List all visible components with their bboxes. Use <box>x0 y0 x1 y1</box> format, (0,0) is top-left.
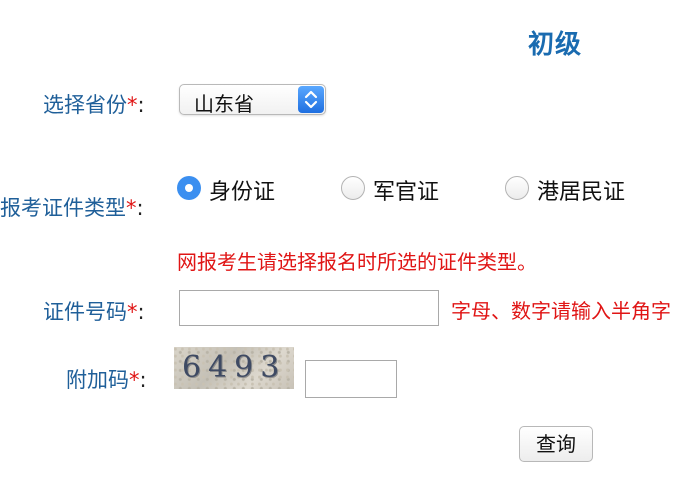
id-number-label: 证件号码 <box>43 300 127 324</box>
required-mark: * <box>126 196 137 220</box>
captcha-image[interactable]: 6493 <box>174 347 294 389</box>
captcha-image-text: 6493 <box>182 350 287 385</box>
up-down-chevron-icon[interactable] <box>298 86 324 113</box>
radio-hk-resident-card[interactable] <box>505 176 529 200</box>
radio-label-id-card[interactable]: 身份证 <box>209 174 275 206</box>
id-number-input[interactable] <box>179 290 439 326</box>
province-select-value: 山东省 <box>194 92 254 116</box>
id-number-hint: 字母、数字请输入半角字 <box>451 299 671 323</box>
label-colon: : <box>137 300 145 324</box>
radio-officer-card[interactable] <box>341 176 365 200</box>
radio-label-officer-card[interactable]: 军官证 <box>373 174 439 206</box>
radio-id-card[interactable] <box>177 176 201 200</box>
label-colon: : <box>136 196 144 220</box>
id-type-label: 报考证件类型 <box>0 196 126 220</box>
captcha-input[interactable] <box>305 360 397 398</box>
required-mark: * <box>127 93 138 117</box>
province-label: 选择省份 <box>43 93 127 117</box>
province-label-row: 选择省份*: <box>43 89 145 119</box>
id-type-notice: 网报考生请选择报名时所选的证件类型。 <box>177 250 537 274</box>
label-colon: : <box>137 93 145 117</box>
id-number-label-row: 证件号码*: <box>43 296 145 326</box>
captcha-label: 附加码 <box>66 368 129 392</box>
id-type-label-row: 报考证件类型*: <box>0 192 144 222</box>
province-select[interactable]: 山东省 <box>179 84 326 116</box>
captcha-label-row: 附加码*: <box>66 364 147 394</box>
query-button[interactable]: 查询 <box>519 426 593 462</box>
radio-label-hk-resident-card[interactable]: 港居民证 <box>537 174 625 206</box>
required-mark: * <box>127 300 138 324</box>
page-title: 初级 <box>528 30 583 60</box>
label-colon: : <box>139 368 147 392</box>
required-mark: * <box>129 368 140 392</box>
